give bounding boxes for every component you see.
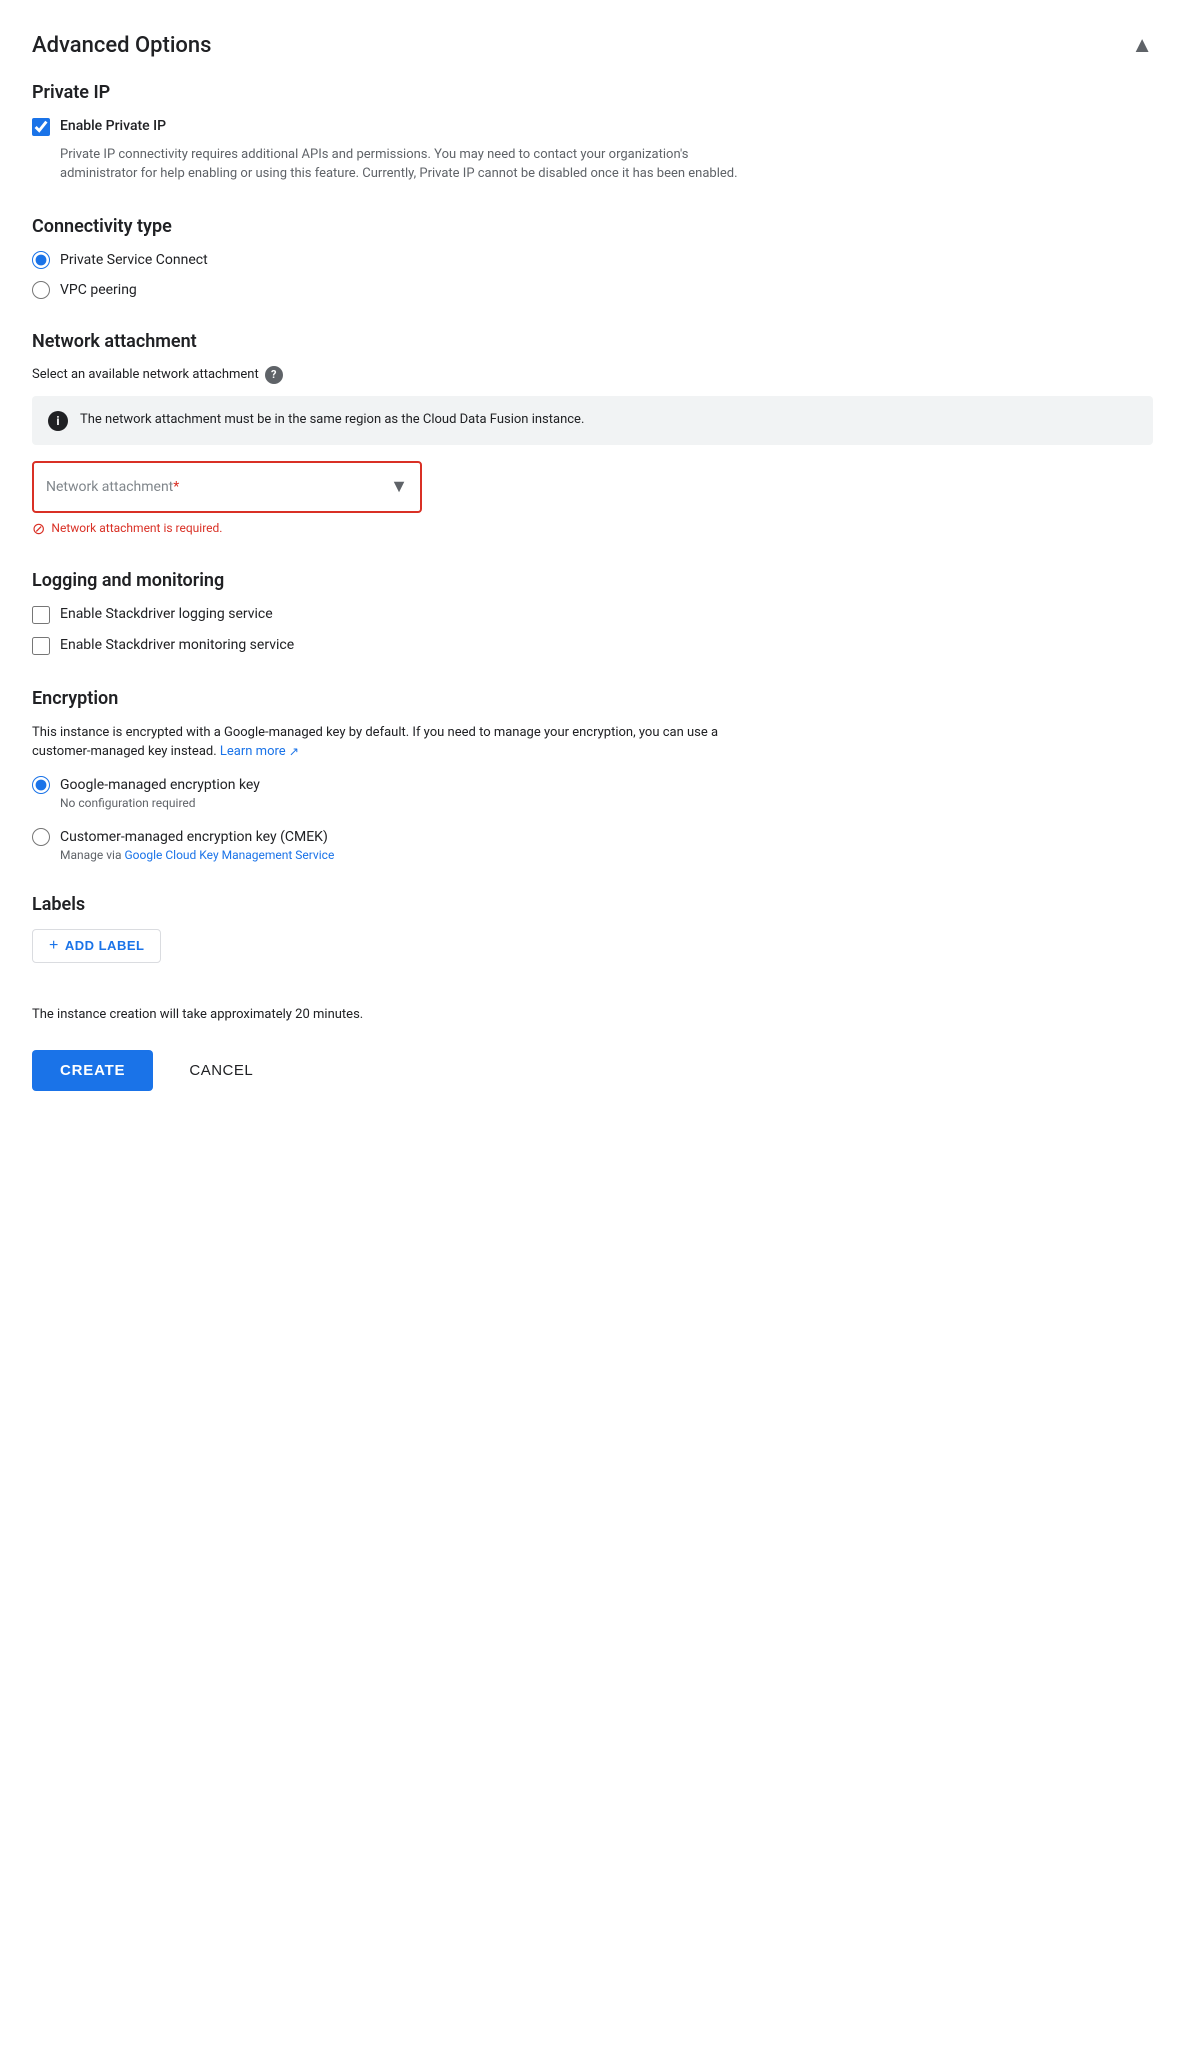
cmek-radio[interactable]	[32, 828, 50, 846]
enable-private-ip-row: Enable Private IP	[32, 117, 1153, 137]
connectivity-radio-group: Private Service Connect VPC peering	[32, 251, 1153, 299]
enable-private-ip-label: Enable Private IP	[60, 117, 166, 137]
network-attachment-title: Network attachment	[32, 331, 1153, 352]
network-attachment-section: Network attachment Select an available n…	[32, 331, 1153, 538]
cmek-row[interactable]: Customer-managed encryption key (CMEK)	[32, 828, 1153, 846]
connectivity-label: Connectivity type	[32, 216, 1153, 237]
network-attachment-help-icon[interactable]: ?	[265, 366, 283, 384]
error-icon: ⊘	[32, 519, 45, 538]
labels-label: Labels	[32, 894, 1153, 915]
network-attachment-error-row: ⊘ Network attachment is required.	[32, 519, 1153, 538]
private-service-connect-label: Private Service Connect	[60, 252, 208, 268]
network-attachment-error-text: Network attachment is required.	[51, 521, 222, 535]
info-icon: i	[48, 411, 68, 431]
google-managed-key-label: Google-managed encryption key	[60, 777, 260, 793]
google-managed-key-sublabel: No configuration required	[60, 796, 1153, 810]
enable-private-ip-checkbox[interactable]	[32, 118, 50, 136]
logging-section: Logging and monitoring Enable Stackdrive…	[32, 570, 1153, 656]
private-service-connect-radio[interactable]	[32, 251, 50, 269]
add-label-button[interactable]: + ADD LABEL	[32, 929, 161, 963]
private-ip-description: Private IP connectivity requires additio…	[60, 145, 760, 184]
action-buttons: CREATE CANCEL	[32, 1050, 1153, 1091]
connectivity-section: Connectivity type Private Service Connec…	[32, 216, 1153, 299]
private-service-connect-option[interactable]: Private Service Connect	[32, 251, 1153, 269]
stackdriver-monitoring-row: Enable Stackdriver monitoring service	[32, 636, 1153, 656]
footer-section: The instance creation will take approxim…	[32, 1007, 1153, 1091]
required-star: *	[173, 479, 179, 495]
chevron-up-icon[interactable]: ▲	[1131, 32, 1153, 58]
encryption-label: Encryption	[32, 688, 1153, 709]
stackdriver-logging-checkbox[interactable]	[32, 606, 50, 624]
google-managed-key-radio[interactable]	[32, 776, 50, 794]
encryption-description: This instance is encrypted with a Google…	[32, 723, 732, 762]
create-button[interactable]: CREATE	[32, 1050, 153, 1091]
vpc-peering-option[interactable]: VPC peering	[32, 281, 1153, 299]
cmek-sublabel: Manage via Google Cloud Key Management S…	[60, 848, 1153, 862]
network-attachment-dropdown[interactable]: Network attachment* ▼	[32, 461, 422, 513]
stackdriver-monitoring-checkbox[interactable]	[32, 637, 50, 655]
page-title: Advanced Options	[32, 33, 211, 58]
encryption-radio-group: Google-managed encryption key No configu…	[32, 776, 1153, 862]
creation-note: The instance creation will take approxim…	[32, 1007, 1153, 1022]
private-ip-label: Private IP	[32, 82, 1153, 103]
add-label-text: ADD LABEL	[65, 938, 145, 953]
stackdriver-monitoring-label: Enable Stackdriver monitoring service	[60, 636, 294, 656]
network-attachment-info-text: The network attachment must be in the sa…	[80, 410, 584, 430]
dropdown-arrow-icon: ▼	[390, 476, 408, 497]
stackdriver-logging-label: Enable Stackdriver logging service	[60, 605, 273, 625]
network-attachment-placeholder: Network attachment*	[46, 479, 179, 495]
external-link-icon: ↗	[289, 745, 299, 759]
private-ip-section: Private IP Enable Private IP Private IP …	[32, 82, 1153, 184]
labels-section: Labels + ADD LABEL	[32, 894, 1153, 979]
network-attachment-info-box: i The network attachment must be in the …	[32, 396, 1153, 445]
logging-label: Logging and monitoring	[32, 570, 1153, 591]
learn-more-link[interactable]: Learn more ↗	[220, 744, 299, 759]
advanced-options-header: Advanced Options ▲	[32, 32, 1153, 58]
plus-icon: +	[49, 937, 59, 955]
google-managed-key-row[interactable]: Google-managed encryption key	[32, 776, 1153, 794]
cmek-option: Customer-managed encryption key (CMEK) M…	[32, 828, 1153, 862]
google-managed-key-option: Google-managed encryption key No configu…	[32, 776, 1153, 810]
network-attachment-sublabel: Select an available network attachment	[32, 367, 259, 382]
vpc-peering-radio[interactable]	[32, 281, 50, 299]
encryption-section: Encryption This instance is encrypted wi…	[32, 688, 1153, 862]
kms-link[interactable]: Google Cloud Key Management Service	[124, 848, 334, 862]
vpc-peering-label: VPC peering	[60, 282, 137, 298]
stackdriver-logging-row: Enable Stackdriver logging service	[32, 605, 1153, 625]
cancel-button[interactable]: CANCEL	[169, 1050, 273, 1091]
cmek-label: Customer-managed encryption key (CMEK)	[60, 829, 328, 845]
